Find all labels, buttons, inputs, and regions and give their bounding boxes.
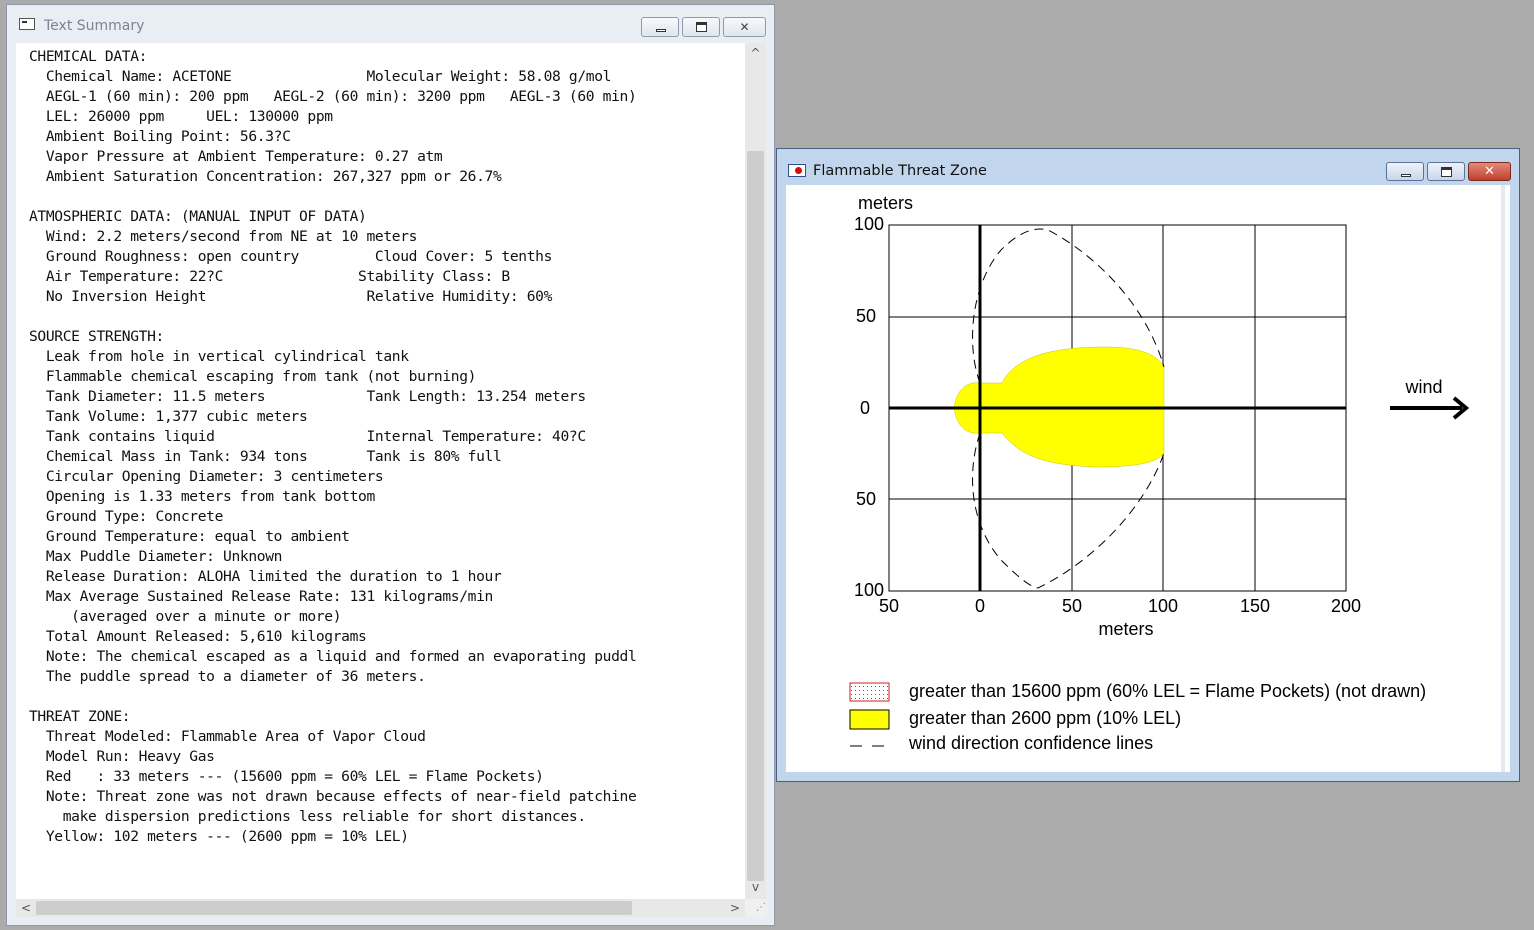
summary-line: Max Puddle Diameter: Unknown: [29, 548, 283, 565]
x-tick-label: 200: [1331, 596, 1361, 616]
horizontal-scroll-thumb[interactable]: [36, 901, 632, 915]
threat-window-icon: [788, 164, 806, 177]
x-tick-label: 100: [1148, 596, 1178, 616]
summary-line: SOURCE STRENGTH:: [29, 328, 164, 345]
summary-line: Vapor Pressure at Ambient Temperature: 0…: [29, 148, 443, 165]
title-bar[interactable]: Text Summary ✕: [7, 5, 774, 41]
minimize-icon: [656, 29, 666, 32]
summary-line: Total Amount Released: 5,610 kilograms: [29, 628, 367, 645]
maximize-button[interactable]: [1427, 162, 1465, 181]
y-tick-labels: 100 50 0 50 100: [854, 214, 884, 600]
summary-line: Ambient Saturation Concentration: 267,32…: [29, 168, 502, 185]
summary-line: Leak from hole in vertical cylindrical t…: [29, 348, 409, 365]
summary-line: The puddle spread to a diameter of 36 me…: [29, 668, 426, 685]
y-tick-label: 100: [854, 214, 884, 234]
threat-zone-plot: meters 100 50 0 50 100 50 0 50 100 150 2…: [849, 193, 1470, 753]
scroll-left-icon[interactable]: <: [16, 899, 36, 917]
summary-line: Tank Volume: 1,377 cubic meters: [29, 408, 308, 425]
summary-line: Ground Roughness: open country Cloud Cov…: [29, 248, 553, 265]
summary-line: Opening is 1.33 meters from tank bottom: [29, 488, 375, 505]
text-summary-window: Text Summary ✕ CHEMICAL DATA: Chemical N…: [6, 4, 775, 926]
minimize-button[interactable]: [641, 17, 679, 37]
right-edge-strip: [1501, 185, 1505, 772]
summary-line: Air Temperature: 22?C Stability Class: B: [29, 268, 510, 285]
summary-text: CHEMICAL DATA: Chemical Name: ACETONE Mo…: [29, 47, 743, 847]
summary-line: (averaged over a minute or more): [29, 608, 342, 625]
title-bar[interactable]: Flammable Threat Zone ✕: [777, 149, 1519, 185]
summary-line: Model Run: Heavy Gas: [29, 748, 215, 765]
threat-zone-plot-area: meters 100 50 0 50 100 50 0 50 100 150 2…: [786, 185, 1510, 772]
summary-line: make dispersion predictions less reliabl…: [29, 808, 586, 825]
vertical-scrollbar[interactable]: ^ v: [745, 43, 766, 899]
maximize-icon: [1441, 167, 1452, 177]
summary-line: Red : 33 meters --- (15600 ppm = 60% LEL…: [29, 768, 544, 785]
legend-swatch-red-dotted: [849, 682, 890, 702]
threat-zone-window: Flammable Threat Zone ✕ meters 100 50 0 …: [776, 148, 1520, 782]
maximize-button[interactable]: [682, 17, 720, 37]
summary-text-area[interactable]: CHEMICAL DATA: Chemical Name: ACETONE Mo…: [29, 47, 743, 897]
minimize-button[interactable]: [1386, 162, 1424, 181]
y-unit-label: meters: [858, 193, 913, 213]
summary-line: Tank contains liquid Internal Temperatur…: [29, 428, 586, 445]
text-window-icon: [19, 18, 35, 30]
window-title: Flammable Threat Zone: [813, 163, 987, 179]
maximize-icon: [696, 22, 707, 32]
window-controls: ✕: [1383, 162, 1511, 182]
summary-line: Chemical Name: ACETONE Molecular Weight:…: [29, 68, 612, 85]
summary-line: Max Average Sustained Release Rate: 131 …: [29, 588, 493, 605]
summary-line: Ambient Boiling Point: 56.3?C: [29, 128, 291, 145]
legend-label: wind direction confidence lines: [908, 733, 1153, 753]
summary-line: No Inversion Height Relative Humidity: 6…: [29, 288, 553, 305]
y-tick-label: 0: [860, 398, 870, 418]
x-tick-labels: 50 0 50 100 150 200: [879, 596, 1361, 616]
summary-line: Chemical Mass in Tank: 934 tons Tank is …: [29, 448, 502, 465]
x-tick-label: 150: [1240, 596, 1270, 616]
summary-line: Circular Opening Diameter: 3 centimeters: [29, 468, 384, 485]
wind-arrow-icon: [1390, 396, 1470, 420]
summary-line: Threat Modeled: Flammable Area of Vapor …: [29, 728, 426, 745]
summary-line: Release Duration: ALOHA limited the dura…: [29, 568, 502, 585]
close-button[interactable]: ✕: [1468, 162, 1511, 181]
summary-line: ATMOSPHERIC DATA: (MANUAL INPUT OF DATA): [29, 208, 367, 225]
summary-line: Tank Diameter: 11.5 meters Tank Length: …: [29, 388, 586, 405]
summary-line: THREAT ZONE:: [29, 708, 131, 725]
x-tick-label: 50: [879, 596, 899, 616]
close-icon: ✕: [1484, 164, 1495, 179]
horizontal-scrollbar[interactable]: < >: [16, 899, 745, 917]
summary-line: Note: Threat zone was not drawn because …: [29, 788, 637, 805]
wind-label: wind: [1404, 377, 1442, 397]
summary-line: Wind: 2.2 meters/second from NE at 10 me…: [29, 228, 418, 245]
summary-line: Ground Temperature: equal to ambient: [29, 528, 350, 545]
y-tick-label: 50: [856, 489, 876, 509]
legend-label: greater than 2600 ppm (10% LEL): [909, 708, 1181, 728]
x-tick-label: 0: [975, 596, 985, 616]
scroll-down-icon[interactable]: v: [745, 877, 766, 897]
window-title: Text Summary: [44, 18, 145, 34]
summary-line: AEGL-1 (60 min): 200 ppm AEGL-2 (60 min)…: [29, 88, 637, 105]
vertical-scroll-thumb[interactable]: [747, 151, 764, 881]
legend-label: greater than 15600 ppm (60% LEL = Flame …: [909, 681, 1426, 701]
close-button[interactable]: ✕: [723, 17, 766, 37]
text-summary-client: CHEMICAL DATA: Chemical Name: ACETONE Mo…: [16, 43, 766, 917]
summary-line: Yellow: 102 meters --- (2600 ppm = 10% L…: [29, 828, 409, 845]
window-controls: ✕: [638, 17, 766, 37]
summary-line: Ground Type: Concrete: [29, 508, 224, 525]
scroll-right-icon[interactable]: >: [725, 899, 745, 917]
y-tick-label: 50: [856, 306, 876, 326]
summary-line: LEL: 26000 ppm UEL: 130000 ppm: [29, 108, 333, 125]
x-axis-label: meters: [1098, 619, 1153, 639]
summary-line: Note: The chemical escaped as a liquid a…: [29, 648, 637, 665]
close-icon: ✕: [739, 20, 750, 34]
summary-line: Flammable chemical escaping from tank (n…: [29, 368, 477, 385]
scroll-up-icon[interactable]: ^: [745, 43, 766, 63]
x-tick-label: 50: [1062, 596, 1082, 616]
resize-grip-icon[interactable]: ⋰: [745, 899, 766, 917]
minimize-icon: [1401, 174, 1411, 177]
legend: greater than 15600 ppm (60% LEL = Flame …: [849, 681, 1426, 753]
legend-swatch-yellow: [849, 709, 890, 730]
summary-line: CHEMICAL DATA:: [29, 48, 148, 65]
